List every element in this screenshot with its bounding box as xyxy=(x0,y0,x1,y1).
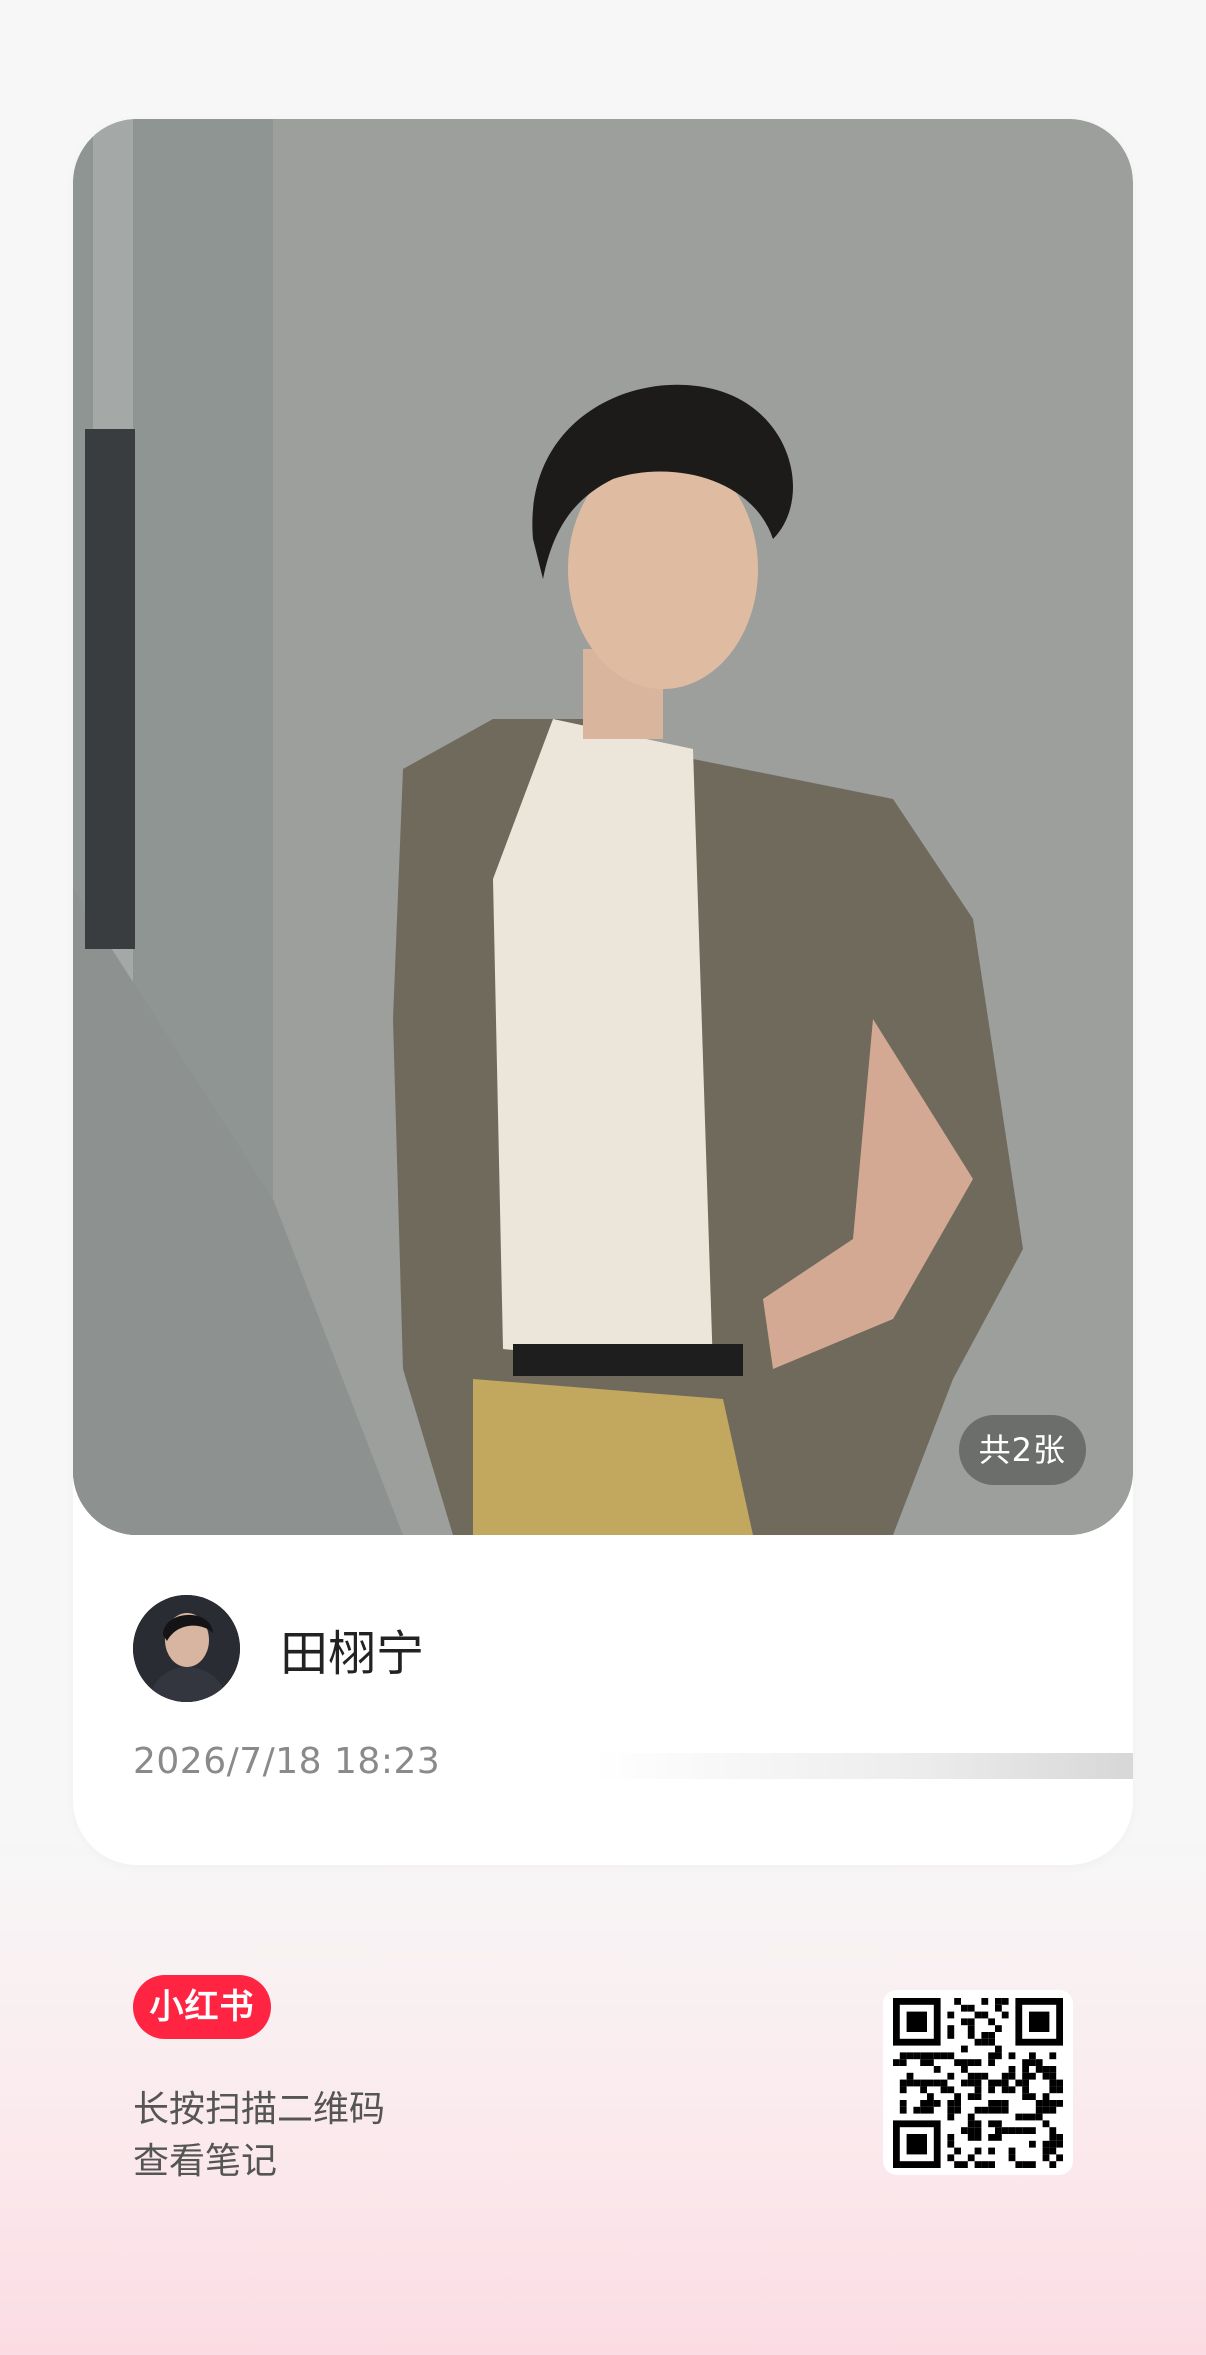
post-date: 2026/7/18 18:23 xyxy=(133,1741,441,1782)
author-name[interactable]: 田栩宁 xyxy=(280,1614,424,1684)
view-note-text: 查看笔记 xyxy=(133,2141,278,2182)
scan-instruction: 长按扫描二维码 xyxy=(133,2089,386,2130)
qr-code-icon xyxy=(893,1998,1063,2168)
author-row[interactable]: 田栩宁 xyxy=(133,1595,424,1702)
qr-code[interactable] xyxy=(883,1990,1073,2175)
post-photo[interactable]: 共2张 xyxy=(73,119,1133,1535)
decorative-divider xyxy=(593,1753,1133,1779)
image-count-badge: 共2张 xyxy=(958,1415,1086,1485)
author-avatar[interactable] xyxy=(133,1595,240,1702)
note-card[interactable]: 共2张 田栩宁 2026/7/18 18:23 xyxy=(73,119,1133,1865)
brand-logo: 小红书 xyxy=(133,1975,271,2039)
